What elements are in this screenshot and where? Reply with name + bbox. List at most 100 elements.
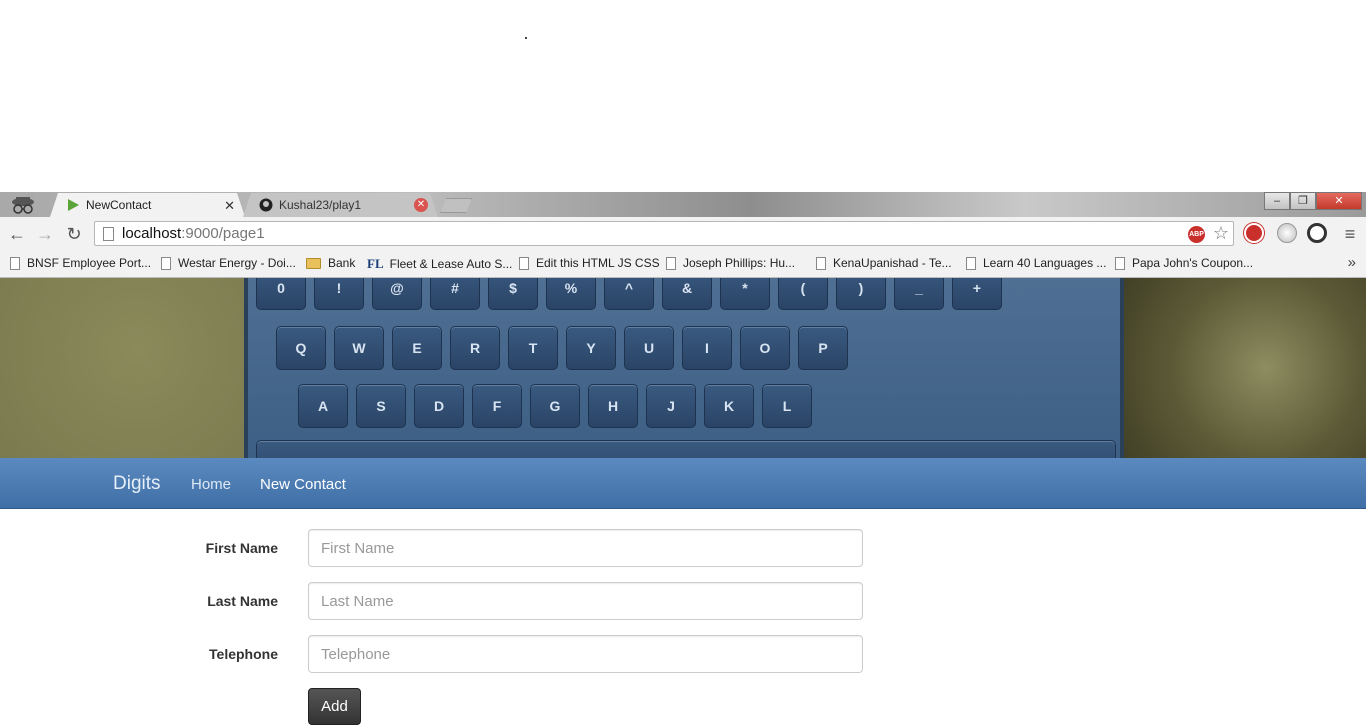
key-row-bottom [256,440,1116,458]
key: T [508,326,558,370]
bookmarks-bar: BNSF Employee Port... Westar Energy - Do… [0,250,1366,278]
window-controls: – ❐ ✕ [1264,192,1362,210]
page-icon [103,226,114,241]
forward-icon[interactable]: → [34,223,56,245]
page-icon [816,256,826,270]
key: # [430,278,480,310]
adblock-icon[interactable]: ABP [1188,226,1205,243]
key: 0 [256,278,306,310]
play-icon [66,198,80,212]
close-window-icon[interactable]: ✕ [1316,192,1362,210]
bookmark-item[interactable]: Joseph Phillips: Hu... [666,256,795,270]
fl-logo: FL [367,256,384,271]
key: K [704,384,754,428]
blank-area [0,0,1366,192]
telephone-input[interactable] [308,635,863,673]
key [256,440,1116,458]
page-icon [966,256,976,270]
key: ( [778,278,828,310]
new-tab-button[interactable] [440,198,472,213]
key: H [588,384,638,428]
key: * [720,278,770,310]
browser-chrome: NewContact ✕ Kushal23/play1 ✕ – ❐ ✕ ← → … [0,192,1366,278]
menu-icon[interactable]: ≡ [1339,223,1361,245]
bookmark-item[interactable]: Learn 40 Languages ... [966,256,1106,270]
brand-link[interactable]: Digits [113,473,161,495]
page-icon [519,256,529,270]
bookmark-folder[interactable]: Bank [306,256,355,270]
first-name-label: First Name [205,540,278,556]
nav-new-contact[interactable]: New Contact [260,476,346,493]
last-name-label: Last Name [207,593,278,609]
key: S [356,384,406,428]
key-row-numbers: 0! @ # $% ^ & *() _ + [256,278,1002,310]
key: P [798,326,848,370]
key: L [762,384,812,428]
star-icon[interactable]: ☆ [1213,223,1229,244]
key-row-qwerty: QWERTYUIOP [276,326,848,370]
bookmarks-overflow-icon[interactable]: » [1348,254,1356,271]
key: J [646,384,696,428]
header-keyboard-image: 0! @ # $% ^ & *() _ + QWERTYUIOP ASDFGHJKL [0,278,1366,458]
tab-label: NewContact [86,198,152,212]
bookmark-item[interactable]: Edit this HTML JS CSS [519,256,660,270]
key: ! [314,278,364,310]
key: D [414,384,464,428]
key: U [624,326,674,370]
key: Q [276,326,326,370]
page-icon [10,256,20,270]
extension-icon[interactable] [1277,223,1297,243]
page-icon [1115,256,1125,270]
incognito-icon [4,194,42,216]
dot [525,37,527,39]
key: I [682,326,732,370]
tab-newcontact[interactable]: NewContact ✕ [50,193,245,217]
bookmark-item[interactable]: BNSF Employee Port... [10,256,151,270]
key: ^ [604,278,654,310]
key: R [450,326,500,370]
new-contact-form: First Name Last Name Telephone Add [0,509,1366,728]
bookmark-item[interactable]: Westar Energy - Doi... [161,256,296,270]
close-tab-icon[interactable]: ✕ [414,198,428,212]
key: _ [894,278,944,310]
key-row-home: ASDFGHJKL [298,384,812,428]
key: $ [488,278,538,310]
close-tab-icon[interactable]: ✕ [224,198,235,214]
minimize-icon[interactable]: – [1264,192,1290,210]
add-button[interactable]: Add [308,688,361,725]
key: O [740,326,790,370]
stop-extension-icon[interactable] [1244,223,1264,243]
moss-texture [1116,278,1366,458]
key: G [530,384,580,428]
key: + [952,278,1002,310]
key: A [298,384,348,428]
bookmark-item[interactable]: KenaUpanishad - Te... [816,256,952,270]
app-navbar: Digits Home New Contact [0,458,1366,509]
key: @ [372,278,422,310]
key: W [334,326,384,370]
back-icon[interactable]: ← [6,223,28,245]
key: & [662,278,712,310]
restore-icon[interactable]: ❐ [1290,192,1316,210]
key: % [546,278,596,310]
last-name-input[interactable] [308,582,863,620]
nav-home[interactable]: Home [191,476,231,493]
address-bar[interactable]: localhost:9000/page1 ABP ☆ [94,221,1234,246]
browser-toolbar: ← → ↻ localhost:9000/page1 ABP ☆ ≡ [0,217,1366,250]
key: Y [566,326,616,370]
github-icon [259,198,273,212]
tab-label: Kushal23/play1 [279,198,362,212]
first-name-input[interactable] [308,529,863,567]
key: ) [836,278,886,310]
sync-icon[interactable] [1307,223,1327,243]
reload-icon[interactable]: ↻ [63,223,85,245]
page-icon [666,256,676,270]
bookmark-item[interactable]: Papa John's Coupon... [1115,256,1253,270]
page-icon [161,256,171,270]
tab-strip: NewContact ✕ Kushal23/play1 ✕ – ❐ ✕ [0,192,1366,217]
url-path: :9000/page1 [181,225,265,242]
folder-icon [306,257,321,269]
tab-github[interactable]: Kushal23/play1 ✕ [243,193,438,217]
bookmark-item[interactable]: FL Fleet & Lease Auto S... [367,256,512,272]
keyboard-photo: 0! @ # $% ^ & *() _ + QWERTYUIOP ASDFGHJKL [244,278,1124,458]
